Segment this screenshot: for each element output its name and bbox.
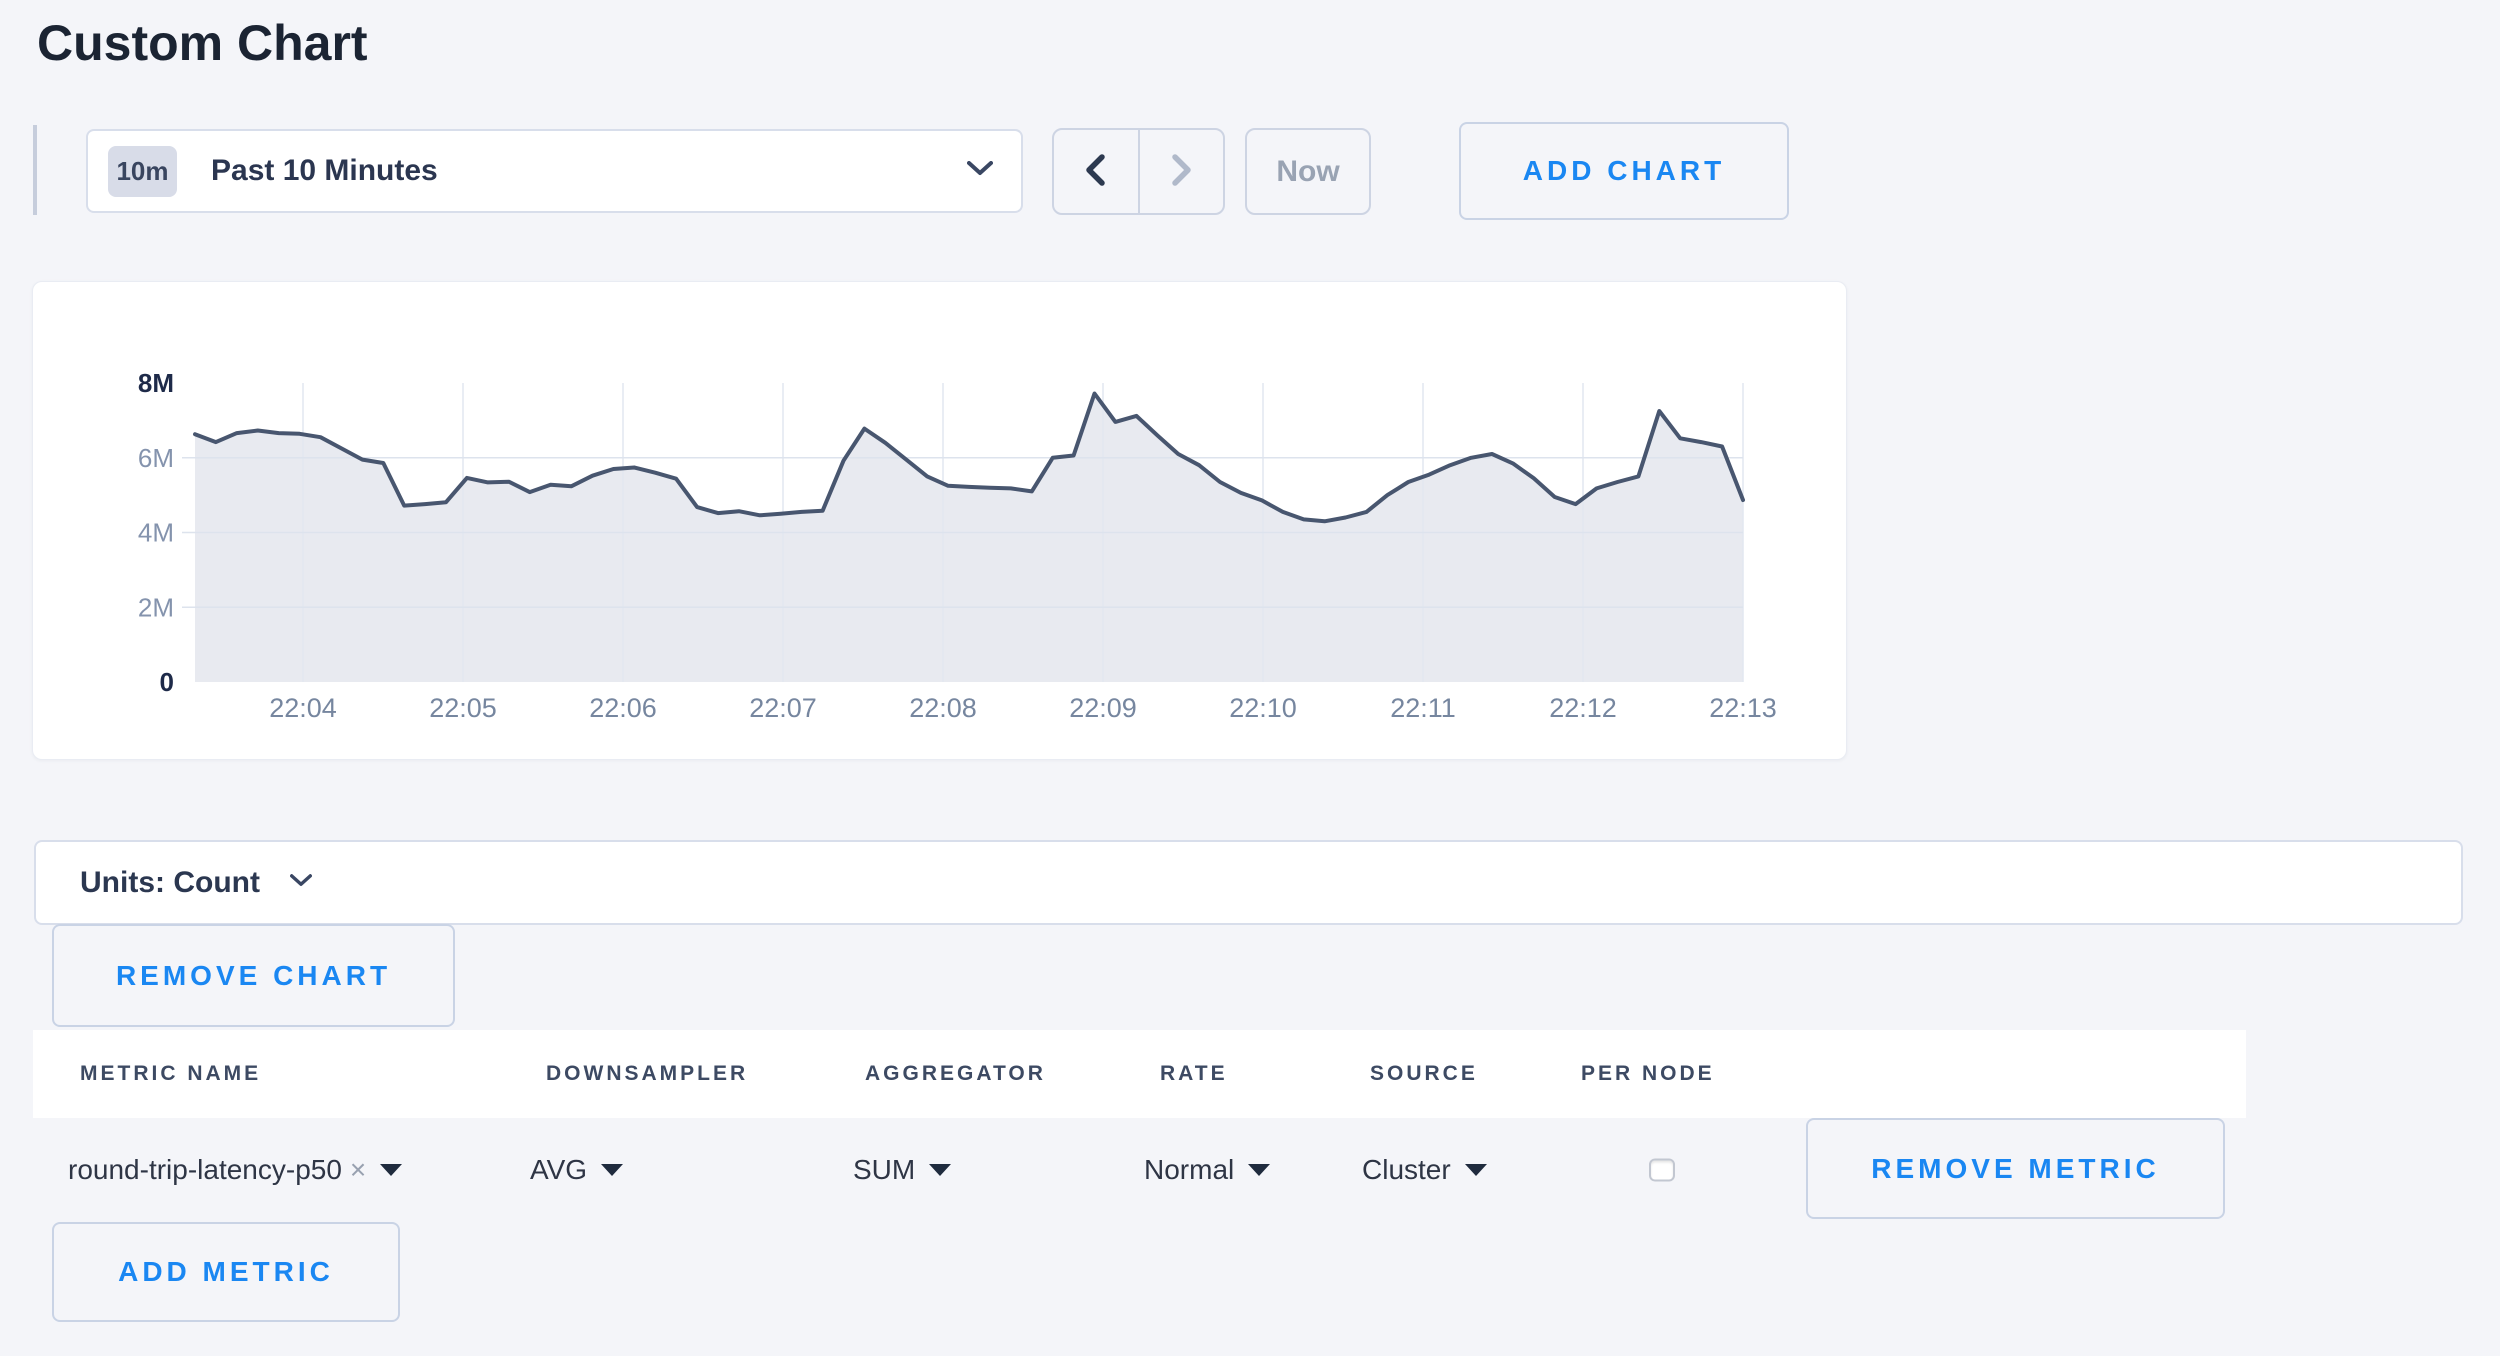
- time-window-badge: 10m: [108, 146, 177, 197]
- column-header-per-node: PER NODE: [1581, 1030, 1715, 1118]
- svg-text:22:07: 22:07: [749, 693, 817, 723]
- remove-metric-button[interactable]: REMOVE METRIC: [1806, 1118, 2225, 1219]
- svg-text:2M: 2M: [138, 592, 174, 622]
- rate-dropdown[interactable]: Normal: [1144, 1154, 1270, 1186]
- time-nav-group: [1052, 128, 1225, 215]
- svg-text:0: 0: [160, 667, 174, 697]
- chevron-left-icon: [1083, 153, 1108, 190]
- svg-text:22:04: 22:04: [269, 693, 337, 723]
- svg-text:22:09: 22:09: [1069, 693, 1137, 723]
- chevron-down-icon: [290, 874, 312, 892]
- source-dropdown[interactable]: Cluster: [1362, 1154, 1487, 1186]
- caret-down-icon: [1465, 1164, 1487, 1176]
- caret-down-icon: [1248, 1164, 1270, 1176]
- time-window-dropdown[interactable]: 10m Past 10 Minutes: [86, 129, 1023, 213]
- svg-text:4M: 4M: [138, 518, 174, 548]
- svg-text:22:12: 22:12: [1549, 693, 1617, 723]
- custom-metric-chart: 22:04 22:05 22:06 22:07 22:08 22:09 22:10 22:11…: [33, 282, 1848, 761]
- remove-chart-button[interactable]: REMOVE CHART: [52, 924, 455, 1027]
- custom-chart-page: Custom Chart 10m Past 10 Minutes Now ADD…: [0, 0, 2500, 1356]
- svg-text:6M: 6M: [138, 443, 174, 473]
- aggregator-dropdown[interactable]: SUM: [853, 1154, 951, 1186]
- add-chart-button[interactable]: ADD CHART: [1459, 122, 1789, 220]
- caret-down-icon: [601, 1164, 623, 1176]
- metric-name-dropdown[interactable]: round-trip-latency-p50 ×: [68, 1154, 402, 1186]
- chart-card: 22:04 22:05 22:06 22:07 22:08 22:09 22:10 22:11…: [32, 281, 1847, 760]
- rate-value: Normal: [1144, 1154, 1234, 1186]
- chevron-right-icon: [1169, 153, 1194, 190]
- source-value: Cluster: [1362, 1154, 1451, 1186]
- time-window-label: Past 10 Minutes: [211, 154, 438, 188]
- metric-name-value: round-trip-latency-p50: [68, 1154, 342, 1186]
- caret-down-icon: [380, 1164, 402, 1176]
- time-next-button[interactable]: [1140, 130, 1224, 213]
- clear-metric-icon[interactable]: ×: [350, 1154, 366, 1186]
- metric-table-row: round-trip-latency-p50 × AVG SUM Normal …: [0, 1118, 2500, 1222]
- column-header-downsampler: DOWNSAMPLER: [546, 1030, 748, 1118]
- svg-text:22:10: 22:10: [1229, 693, 1297, 723]
- column-header-metric-name: METRIC NAME: [80, 1030, 261, 1118]
- page-title: Custom Chart: [37, 16, 368, 70]
- caret-down-icon: [929, 1164, 951, 1176]
- column-header-source: SOURCE: [1370, 1030, 1478, 1118]
- svg-text:22:05: 22:05: [429, 693, 497, 723]
- metrics-table-header: METRIC NAME DOWNSAMPLER AGGREGATOR RATE …: [33, 1030, 2246, 1118]
- svg-text:22:08: 22:08: [909, 693, 977, 723]
- now-button[interactable]: Now: [1245, 128, 1371, 215]
- column-header-aggregator: AGGREGATOR: [865, 1030, 1046, 1118]
- time-prev-button[interactable]: [1054, 130, 1140, 213]
- chevron-down-icon: [967, 161, 993, 181]
- svg-text:22:11: 22:11: [1390, 693, 1456, 723]
- units-dropdown[interactable]: Units: Count: [34, 840, 2463, 925]
- column-header-rate: RATE: [1160, 1030, 1228, 1118]
- downsampler-dropdown[interactable]: AVG: [530, 1154, 623, 1186]
- add-metric-button[interactable]: ADD METRIC: [52, 1222, 400, 1322]
- svg-text:8M: 8M: [138, 368, 174, 398]
- time-window-accent-bar: [33, 125, 37, 215]
- svg-text:22:06: 22:06: [589, 693, 657, 723]
- svg-text:22:13: 22:13: [1709, 693, 1777, 723]
- units-dropdown-label: Units: Count: [80, 866, 260, 900]
- downsampler-value: AVG: [530, 1154, 587, 1186]
- aggregator-value: SUM: [853, 1154, 915, 1186]
- per-node-checkbox[interactable]: [1649, 1159, 1675, 1182]
